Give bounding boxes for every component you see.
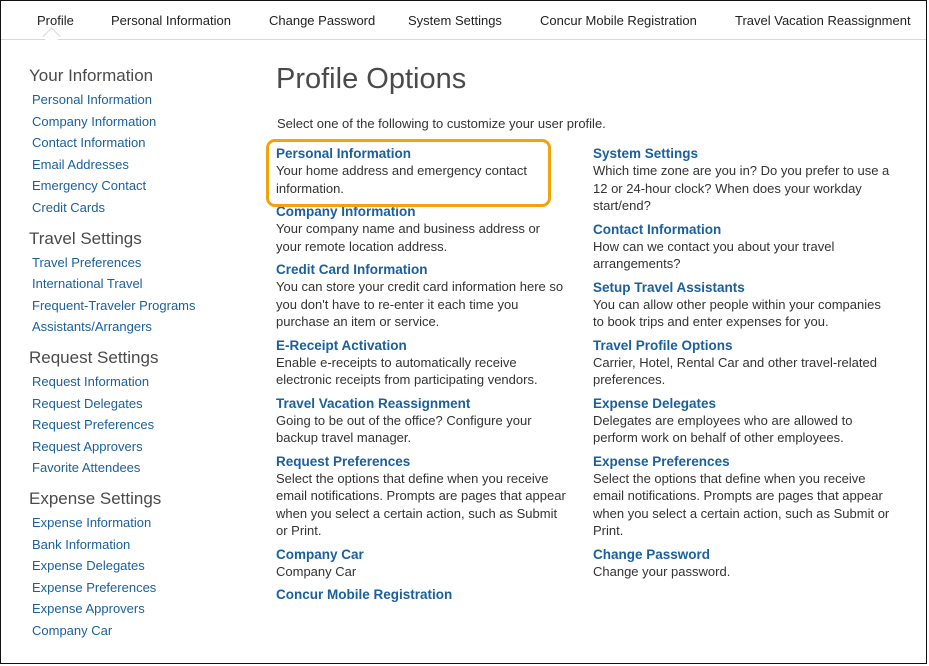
sidebar-item-travel-preferences[interactable]: Travel Preferences [32, 252, 249, 274]
sidebar-group-travel-settings: Travel Settings Travel Preferences Inter… [29, 226, 249, 338]
option-title-link[interactable]: Contact Information [593, 222, 893, 238]
options-left-column: Personal Information Your home address a… [276, 146, 566, 610]
sidebar-item-email-addresses[interactable]: Email Addresses [32, 154, 249, 176]
option-concur-mobile-registration: Concur Mobile Registration [276, 587, 566, 603]
sidebar-item-personal-information[interactable]: Personal Information [32, 89, 249, 111]
option-title-link[interactable]: Expense Preferences [593, 454, 893, 470]
sidebar-item-emergency-contact[interactable]: Emergency Contact [32, 175, 249, 197]
sidebar-group-expense-settings: Expense Settings Expense Information Ban… [29, 486, 249, 642]
active-tab-caret [42, 27, 61, 46]
sidebar-item-credit-cards[interactable]: Credit Cards [32, 197, 249, 219]
option-title-link[interactable]: Travel Vacation Reassignment [276, 396, 566, 412]
option-request-preferences: Request Preferences Select the options t… [276, 454, 566, 540]
option-title-link[interactable]: Concur Mobile Registration [276, 587, 566, 603]
sidebar-item-expense-information[interactable]: Expense Information [32, 512, 249, 534]
tab-system-settings[interactable]: System Settings [408, 13, 502, 28]
sidebar-item-expense-delegates[interactable]: Expense Delegates [32, 555, 249, 577]
option-setup-travel-assistants: Setup Travel Assistants You can allow ot… [593, 280, 893, 331]
sidebar-item-request-preferences[interactable]: Request Preferences [32, 414, 249, 436]
option-travel-profile-options: Travel Profile Options Carrier, Hotel, R… [593, 338, 893, 389]
sidebar-item-expense-preferences[interactable]: Expense Preferences [32, 577, 249, 599]
sidebar-group-request-settings: Request Settings Request Information Req… [29, 345, 249, 479]
option-description: Your home address and emergency contact … [276, 163, 528, 196]
tab-travel-vacation-reassignment[interactable]: Travel Vacation Reassignment [735, 13, 911, 28]
option-title-link[interactable]: E-Receipt Activation [276, 338, 566, 354]
option-personal-information: Personal Information Your home address a… [276, 146, 566, 197]
option-travel-vacation-reassignment: Travel Vacation Reassignment Going to be… [276, 396, 566, 447]
sidebar-group-your-information: Your Information Personal Information Co… [29, 63, 249, 219]
option-description: You can store your credit card informati… [276, 279, 564, 329]
intro-text: Select one of the following to customize… [277, 116, 606, 131]
options-right-column: System Settings Which time zone are you … [593, 146, 893, 587]
option-title-link[interactable]: Change Password [593, 547, 893, 563]
option-description: Change your password. [593, 563, 731, 579]
option-description: Enable e-receipts to automatically recei… [276, 354, 538, 388]
page-title: Profile Options [276, 63, 467, 95]
sidebar-heading: Request Settings [29, 347, 159, 367]
option-contact-information: Contact Information How can we contact y… [593, 222, 893, 273]
sidebar-heading: Expense Settings [29, 488, 162, 508]
option-title-link[interactable]: Setup Travel Assistants [593, 280, 893, 296]
sidebar-item-frequent-traveler-programs[interactable]: Frequent-Traveler Programs [32, 295, 249, 317]
tab-change-password[interactable]: Change Password [269, 13, 375, 28]
sidebar: Your Information Personal Information Co… [29, 63, 249, 648]
option-title-link[interactable]: Request Preferences [276, 454, 566, 470]
option-description: You can allow other people within your c… [593, 296, 881, 330]
sidebar-heading: Your Information [29, 66, 154, 85]
option-title-link[interactable]: Company Car [276, 547, 566, 563]
option-system-settings: System Settings Which time zone are you … [593, 146, 893, 215]
option-description: Going to be out of the office? Configure… [276, 412, 532, 446]
option-description: Company Car [276, 563, 357, 579]
option-company-car: Company Car Company Car [276, 547, 566, 581]
option-expense-delegates: Expense Delegates Delegates are employee… [593, 396, 893, 447]
option-description: Select the options that define when you … [276, 470, 566, 539]
sidebar-item-request-information[interactable]: Request Information [32, 371, 249, 393]
option-description: Which time zone are you in? Do you prefe… [593, 163, 890, 213]
sidebar-item-request-approvers[interactable]: Request Approvers [32, 436, 249, 458]
sidebar-item-expense-approvers[interactable]: Expense Approvers [32, 598, 249, 620]
tab-personal-information[interactable]: Personal Information [111, 13, 231, 28]
sidebar-item-bank-information[interactable]: Bank Information [32, 534, 249, 556]
option-title-link[interactable]: Travel Profile Options [593, 338, 893, 354]
option-description: Delegates are employees who are allowed … [593, 412, 853, 446]
sidebar-item-assistants-arrangers[interactable]: Assistants/Arrangers [32, 316, 249, 338]
option-title-link[interactable]: System Settings [593, 146, 893, 162]
tab-concur-mobile-registration[interactable]: Concur Mobile Registration [540, 13, 697, 28]
option-credit-card-information: Credit Card Information You can store yo… [276, 262, 566, 331]
option-e-receipt-activation: E-Receipt Activation Enable e-receipts t… [276, 338, 566, 389]
sidebar-item-favorite-attendees[interactable]: Favorite Attendees [32, 457, 249, 479]
tab-profile[interactable]: Profile [37, 13, 74, 28]
option-title-link[interactable]: Expense Delegates [593, 396, 893, 412]
option-change-password: Change Password Change your password. [593, 547, 893, 581]
option-description: How can we contact you about your travel… [593, 238, 835, 272]
sidebar-item-contact-information[interactable]: Contact Information [32, 132, 249, 154]
sidebar-item-request-delegates[interactable]: Request Delegates [32, 393, 249, 415]
option-title-link[interactable]: Personal Information [276, 146, 566, 162]
sidebar-item-company-car[interactable]: Company Car [32, 620, 249, 642]
page-frame: Profile Personal Information Change Pass… [0, 0, 927, 664]
sidebar-heading: Travel Settings [29, 228, 142, 248]
option-company-information: Company Information Your company name an… [276, 204, 566, 255]
top-tab-bar: Profile Personal Information Change Pass… [1, 1, 926, 46]
option-description: Select the options that define when you … [593, 470, 890, 539]
option-title-link[interactable]: Credit Card Information [276, 262, 566, 278]
option-description: Carrier, Hotel, Rental Car and other tra… [593, 354, 877, 388]
option-title-link[interactable]: Company Information [276, 204, 566, 220]
option-description: Your company name and business address o… [276, 221, 541, 254]
sidebar-item-international-travel[interactable]: International Travel [32, 273, 249, 295]
sidebar-item-company-information[interactable]: Company Information [32, 111, 249, 133]
option-expense-preferences: Expense Preferences Select the options t… [593, 454, 893, 540]
